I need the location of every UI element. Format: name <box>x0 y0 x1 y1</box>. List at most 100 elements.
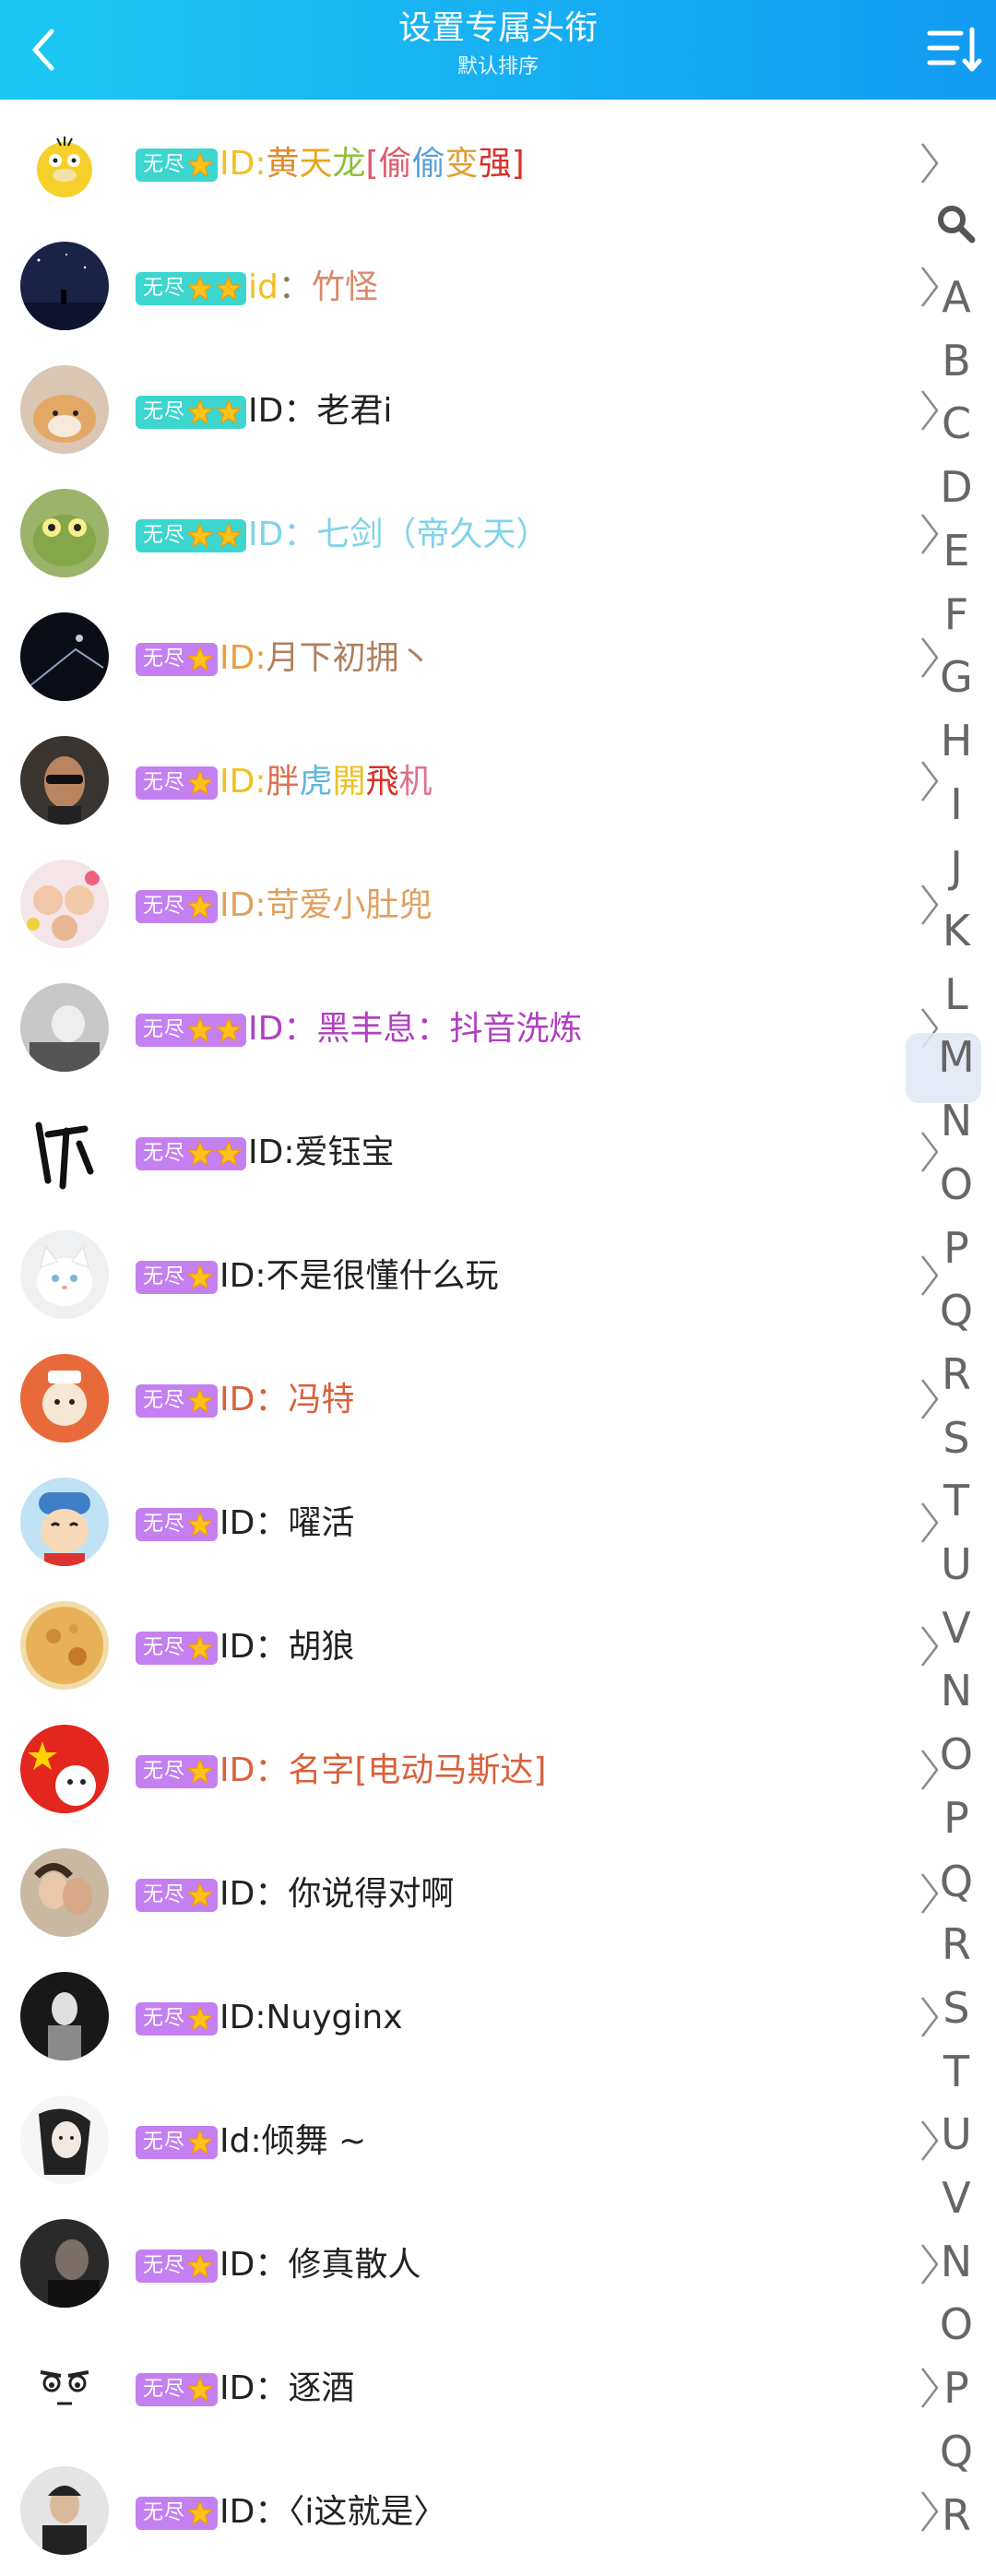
list-item[interactable]: 无尽 Id:倾舞 ~ <box>0 2077 996 2201</box>
list-item[interactable]: 无尽 ID:苛爱小肚兜 <box>0 841 996 965</box>
index-letter[interactable]: H <box>924 715 989 766</box>
avatar <box>20 2343 109 2431</box>
index-letter[interactable]: S <box>924 1982 989 2034</box>
rank-badge: 无尽 <box>136 396 247 429</box>
star-icon <box>187 647 213 671</box>
index-letter[interactable]: P <box>924 2362 989 2414</box>
index-letter[interactable]: L <box>924 968 989 1020</box>
index-letter[interactable]: D <box>924 461 989 513</box>
name-segment: 胖 <box>266 763 300 801</box>
list-item[interactable]: 无尽 ID：嚁活 <box>0 1459 996 1583</box>
index-letter[interactable]: O <box>924 2298 989 2350</box>
name-segment: ID：嚁活 <box>219 1504 355 1542</box>
list-item[interactable]: 无尽 ID：名字[电动马斯达] <box>0 1706 996 1830</box>
search-icon[interactable] <box>933 201 978 245</box>
list-item[interactable]: 无尽 ID：七剑（帝久天） <box>0 470 996 594</box>
index-letter[interactable]: M <box>924 1031 989 1083</box>
rank-badge: 无尽 <box>136 519 247 552</box>
name-segment: ID: <box>219 763 267 801</box>
list-item[interactable]: 无尽 ID：修真散人 <box>0 2201 996 2324</box>
index-letter[interactable]: U <box>924 2108 989 2160</box>
name-segment: ID：冯特 <box>219 1381 355 1419</box>
list-item[interactable]: 无尽 ID：黑丰息：抖音洗炼 <box>0 965 996 1088</box>
badge-label: 无尽 <box>143 2131 186 2154</box>
user-title-name: ID：〈i这就是〉 <box>219 2488 446 2536</box>
page-title: 设置专属头衔 <box>397 9 598 47</box>
avatar <box>20 1848 109 1937</box>
index-letter[interactable]: P <box>924 1222 989 1274</box>
user-title-name: ID:黄天龙[偷偷变强] <box>219 140 525 188</box>
index-letter[interactable]: U <box>924 1538 989 1590</box>
index-letter[interactable]: I <box>924 778 989 830</box>
index-letter[interactable]: O <box>924 1728 989 1780</box>
star-icon <box>187 152 213 177</box>
name-segment: ID：黑丰息：抖音洗炼 <box>248 1010 583 1048</box>
index-letter[interactable]: R <box>924 1918 989 1970</box>
list-item[interactable]: 无尽 id：竹怪 <box>0 223 996 347</box>
index-letter[interactable]: R <box>924 2489 989 2541</box>
list-item[interactable]: 无尽 ID：老君i <box>0 347 996 470</box>
index-letter[interactable]: G <box>924 651 989 703</box>
index-letter[interactable]: P <box>924 1792 989 1844</box>
index-letter[interactable]: C <box>924 398 989 449</box>
list-item[interactable]: 无尽 ID：胡狼 <box>0 1583 996 1706</box>
index-letter[interactable]: A <box>924 271 989 323</box>
star-icon <box>187 2377 213 2402</box>
rank-badge: 无尽 <box>136 2250 219 2283</box>
rank-badge: 无尽 <box>136 890 219 923</box>
index-letter[interactable]: T <box>924 2046 989 2097</box>
badge-label: 无尽 <box>143 1636 186 1659</box>
user-title-name: ID：七剑（帝久天） <box>248 511 549 559</box>
index-letter[interactable]: B <box>924 335 989 386</box>
rank-badge: 无尽 <box>136 272 247 305</box>
list-item[interactable]: 无尽 ID:月下初拥丶 <box>0 594 996 718</box>
name-segment: ID: <box>219 145 267 183</box>
rank-badge: 无尽 <box>136 1879 219 1912</box>
index-letter[interactable]: V <box>924 2172 989 2224</box>
sort-mode-label[interactable]: 默认排序 <box>0 53 996 81</box>
user-title-name: ID:Nuyginx <box>219 1994 403 2042</box>
index-letter[interactable]: J <box>924 841 989 893</box>
badge-label: 无尽 <box>143 524 186 547</box>
list-item[interactable]: 无尽 ID：你说得对啊 <box>0 1830 996 1953</box>
index-letter[interactable]: N <box>924 1095 989 1146</box>
name-segment: ID: <box>219 639 267 677</box>
avatar <box>20 1230 109 1319</box>
user-title-name: ID：名字[电动马斯达] <box>219 1747 546 1795</box>
badge-label: 无尽 <box>143 2254 186 2277</box>
index-letter[interactable]: F <box>924 588 989 640</box>
list-item[interactable]: 无尽 ID:黄天龙[偷偷变强] <box>0 100 996 223</box>
index-letter[interactable]: T <box>924 1475 989 1526</box>
star-icon <box>187 1388 213 1413</box>
index-letter[interactable]: N <box>924 2236 989 2287</box>
index-letter[interactable]: Q <box>924 2426 989 2477</box>
list-item[interactable]: 无尽 ID:爱钰宝 <box>0 1088 996 1212</box>
index-letter[interactable]: V <box>924 1602 989 1654</box>
list-item[interactable]: 无尽 ID：逐酒 <box>0 2324 996 2448</box>
index-letter[interactable]: Q <box>924 1285 989 1336</box>
avatar <box>20 242 109 330</box>
star-icon <box>216 399 242 424</box>
star-icon <box>216 1017 242 1042</box>
index-letter[interactable]: N <box>924 1665 989 1716</box>
rank-badge: 无尽 <box>136 1384 219 1418</box>
sort-button[interactable] <box>924 20 985 79</box>
list-item[interactable]: 无尽 ID:不是很懂什么玩 <box>0 1212 996 1335</box>
list-item[interactable]: 无尽 ID:Nuyginx <box>0 1953 996 2077</box>
index-letter[interactable]: O <box>924 1158 989 1210</box>
list-item[interactable]: 无尽 ID：〈i这就是〉 <box>0 2448 996 2571</box>
avatar <box>20 2466 109 2555</box>
index-letter[interactable]: R <box>924 1348 989 1400</box>
avatar <box>20 1354 109 1442</box>
index-letter[interactable]: S <box>924 1412 989 1464</box>
index-letter[interactable]: Q <box>924 1856 989 1907</box>
list-item[interactable]: 无尽 ID：冯特 <box>0 1335 996 1459</box>
star-icon <box>187 1882 213 1907</box>
index-letter[interactable]: E <box>924 525 989 576</box>
list-item[interactable]: 无尽 ID:胖虎開飛机 <box>0 718 996 841</box>
index-letter[interactable]: K <box>924 905 989 956</box>
rank-badge: 无尽 <box>136 1261 219 1294</box>
star-icon <box>187 523 213 548</box>
name-segment: ID:Nuyginx <box>219 1999 403 2036</box>
rank-badge: 无尽 <box>136 1508 219 1541</box>
